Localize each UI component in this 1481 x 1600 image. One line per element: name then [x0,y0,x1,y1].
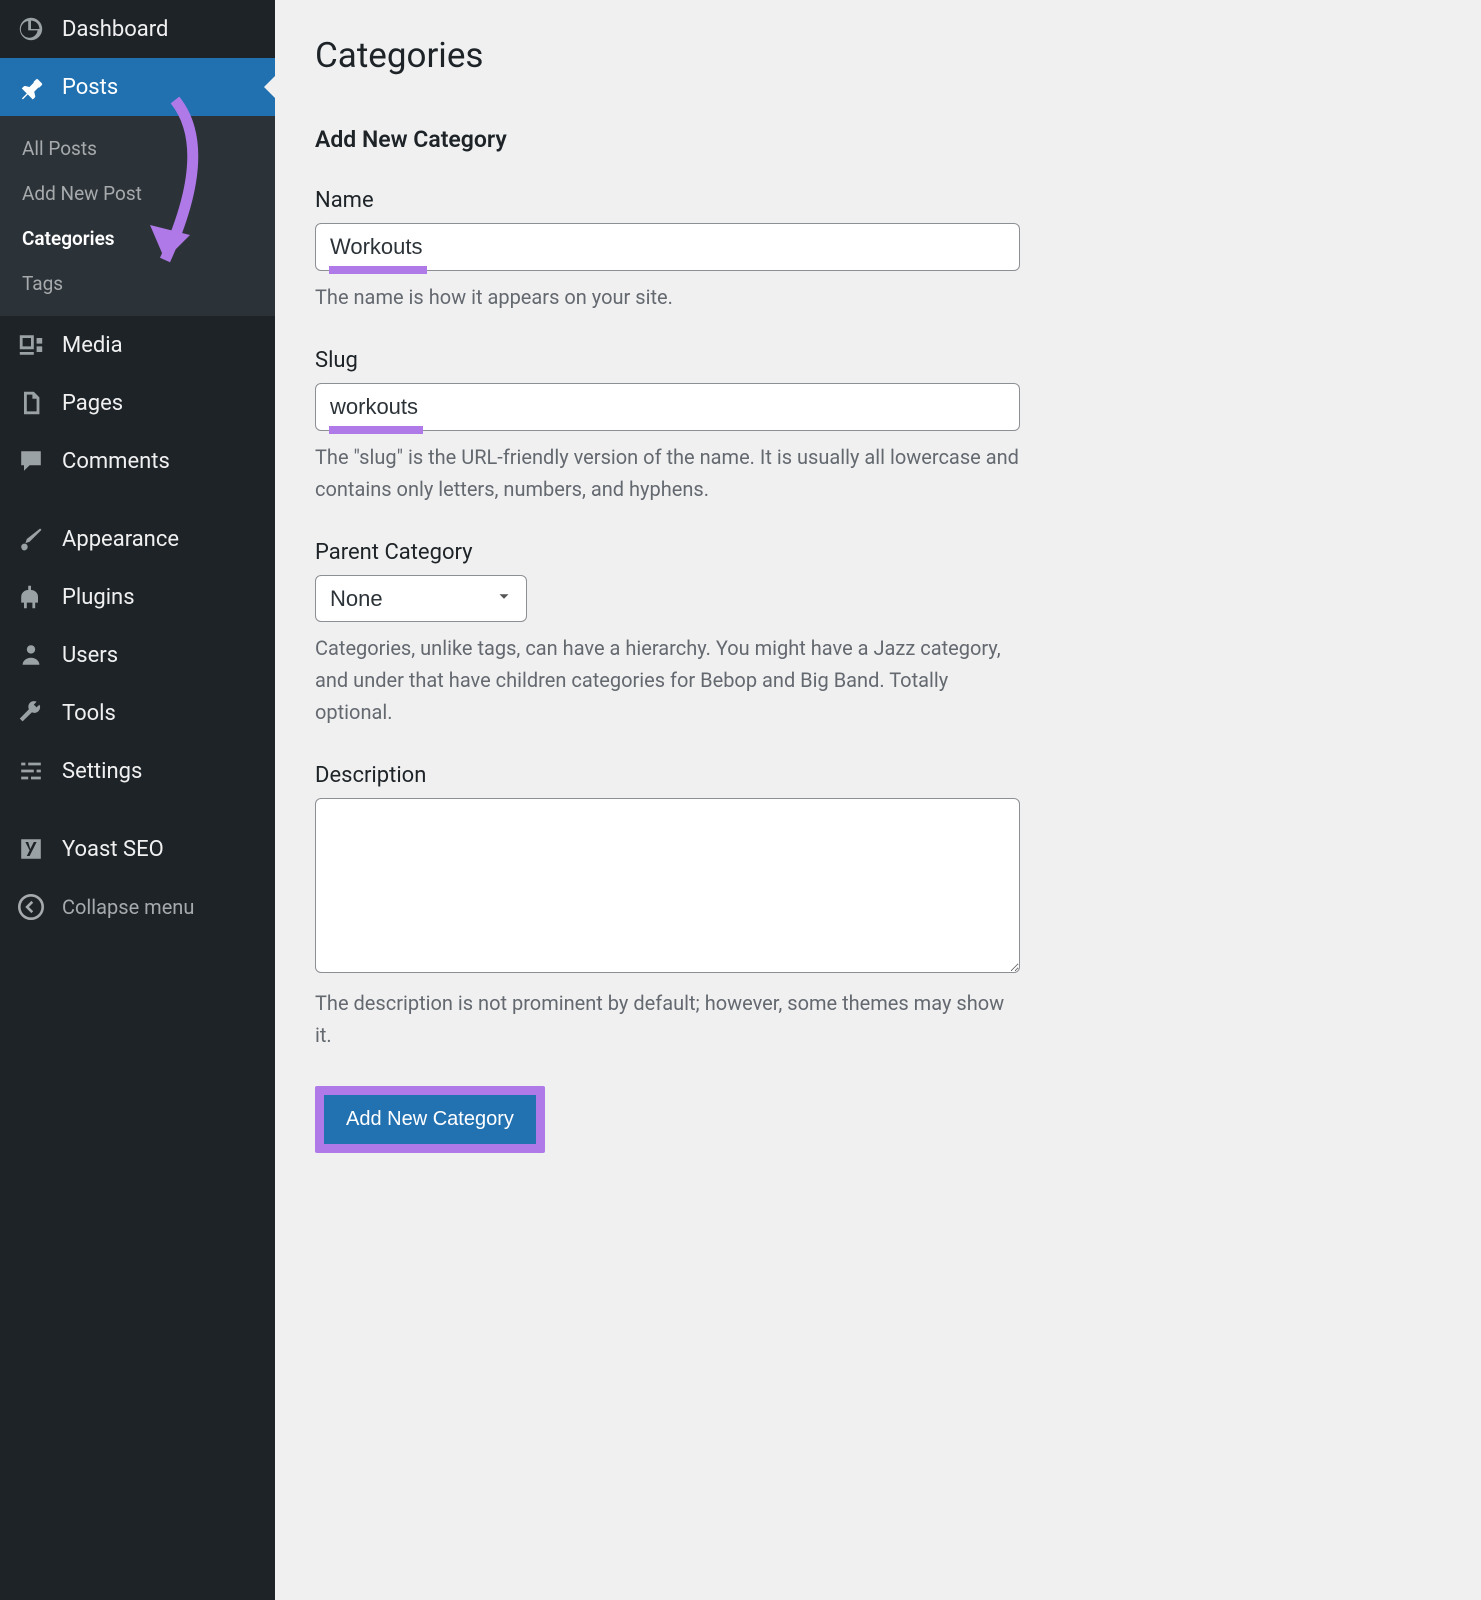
sidebar-label: Tools [62,701,116,726]
sidebar-label: Pages [62,391,123,416]
parent-field: Parent Category None Categories, unlike … [315,540,1020,728]
sidebar-item-pages[interactable]: Pages [0,374,275,432]
brush-icon [16,524,46,554]
sidebar-label: Plugins [62,585,135,610]
sidebar-item-dashboard[interactable]: Dashboard [0,0,275,58]
parent-help: Categories, unlike tags, can have a hier… [315,632,1020,728]
pages-icon [16,388,46,418]
sidebar-label: Media [62,333,123,358]
collapse-menu-button[interactable]: Collapse menu [0,878,275,936]
description-textarea[interactable] [315,798,1020,973]
slug-field: Slug The "slug" is the URL-friendly vers… [315,348,1020,505]
name-label: Name [315,188,1020,213]
collapse-icon [16,892,46,922]
sidebar-item-plugins[interactable]: Plugins [0,568,275,626]
sidebar-item-settings[interactable]: Settings [0,742,275,800]
slug-help: The "slug" is the URL-friendly version o… [315,441,1020,505]
sidebar-item-yoast[interactable]: Yoast SEO [0,820,275,878]
sidebar-label: Settings [62,759,142,784]
separator [0,490,275,510]
sidebar-label: Posts [62,75,118,100]
description-field: Description The description is not promi… [315,763,1020,1051]
admin-sidebar: Dashboard Posts All Posts Add New Post C… [0,0,275,1600]
pin-icon [16,72,46,102]
name-field: Name The name is how it appears on your … [315,188,1020,313]
submenu-add-new[interactable]: Add New Post [0,171,275,216]
sidebar-label: Users [62,643,118,668]
sidebar-item-tools[interactable]: Tools [0,684,275,742]
main-content: Categories Add New Category Name The nam… [275,0,1060,1600]
sidebar-item-appearance[interactable]: Appearance [0,510,275,568]
plugin-icon [16,582,46,612]
name-help: The name is how it appears on your site. [315,281,1020,313]
sidebar-item-posts[interactable]: Posts [0,58,275,116]
sidebar-item-users[interactable]: Users [0,626,275,684]
media-icon [16,330,46,360]
collapse-label: Collapse menu [62,895,194,919]
sidebar-label: Yoast SEO [62,837,164,862]
page-title: Categories [315,35,1020,76]
submenu-categories[interactable]: Categories [0,216,275,261]
sidebar-item-comments[interactable]: Comments [0,432,275,490]
posts-submenu: All Posts Add New Post Categories Tags [0,116,275,316]
submit-highlight: Add New Category [315,1086,545,1153]
sliders-icon [16,756,46,786]
sidebar-label: Comments [62,449,170,474]
slug-input[interactable] [315,383,1020,431]
submenu-tags[interactable]: Tags [0,261,275,306]
wrench-icon [16,698,46,728]
parent-select[interactable]: None [315,575,527,622]
description-label: Description [315,763,1020,788]
name-input[interactable] [315,223,1020,271]
description-help: The description is not prominent by defa… [315,987,1020,1051]
add-category-button[interactable]: Add New Category [324,1095,536,1144]
form-title: Add New Category [315,126,1020,153]
separator [0,800,275,820]
parent-label: Parent Category [315,540,1020,565]
sidebar-label: Dashboard [62,17,168,42]
yoast-icon [16,834,46,864]
sidebar-label: Appearance [62,527,179,552]
slug-label: Slug [315,348,1020,373]
sidebar-item-media[interactable]: Media [0,316,275,374]
submenu-all-posts[interactable]: All Posts [0,126,275,171]
comments-icon [16,446,46,476]
users-icon [16,640,46,670]
dashboard-icon [16,14,46,44]
